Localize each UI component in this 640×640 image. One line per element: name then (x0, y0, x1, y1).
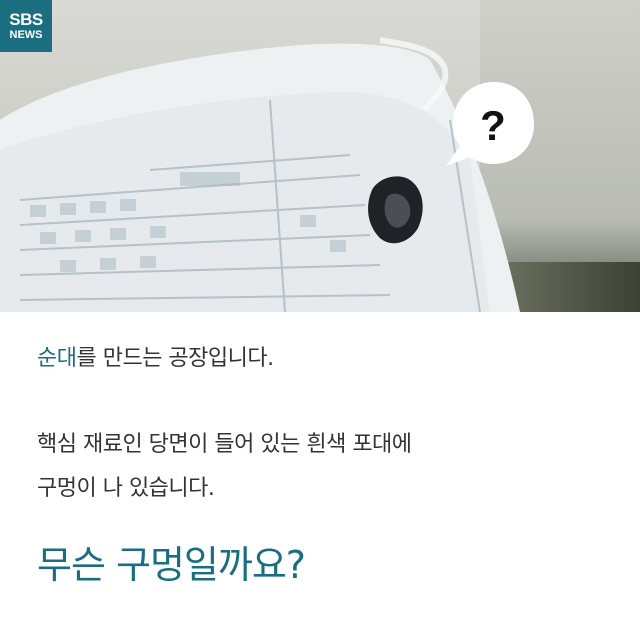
caption-accent-word: 순대 (37, 346, 77, 371)
logo-text-sbs: SBS (9, 10, 43, 29)
caption-line-1: 순대를 만드는 공장입니다. (37, 340, 274, 372)
caption-line-1-rest: 를 만드는 공장입니다. (76, 346, 274, 371)
factory-photo (0, 0, 640, 312)
caption-line-3: 구멍이 나 있습니다. (37, 476, 215, 501)
caption-line-2: 핵심 재료인 당면이 들어 있는 흰색 포대에 (37, 432, 412, 457)
news-card: SBS NEWS ? 순대를 만드는 공장입니다. 핵심 재료인 당면이 들어 … (0, 0, 640, 640)
logo-text-news: NEWS (9, 29, 43, 41)
question-mark-text: ? (480, 102, 506, 149)
white-sack-illustration (0, 37, 520, 312)
sbs-news-logo: SBS NEWS (0, 0, 52, 52)
headline-question: 무슨 구멍일까요? (37, 543, 306, 587)
